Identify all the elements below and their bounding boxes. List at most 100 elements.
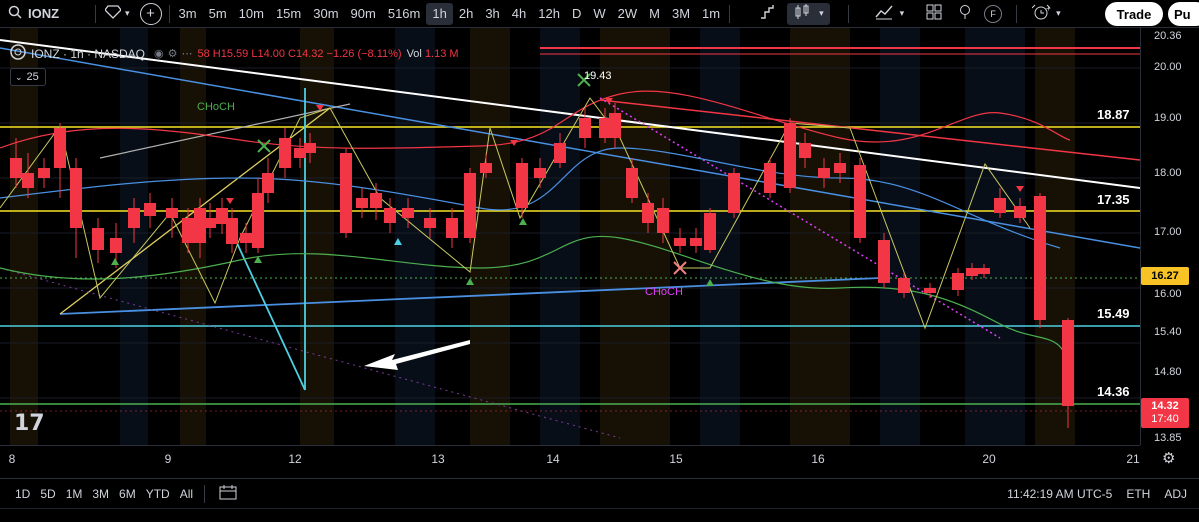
range-6m-button[interactable]: 6M (114, 487, 141, 501)
candle-body (966, 268, 978, 276)
interval-10m-button[interactable]: 10m (233, 3, 270, 25)
candle-body (1062, 320, 1074, 406)
interval-1m-button[interactable]: 1m (696, 3, 726, 25)
chevron-down-icon: ▾ (819, 8, 824, 18)
search-icon (8, 5, 22, 22)
interval-D-button[interactable]: D (566, 3, 587, 25)
layouts-button[interactable] (920, 3, 948, 25)
time-tick: 12 (288, 452, 302, 466)
price-axis[interactable]: 20.36 20.00 19.00 18.00 17.00 16.00 15.4… (1140, 28, 1199, 445)
price-tick: 18.00 (1154, 167, 1182, 179)
interval-12h-button[interactable]: 12h (532, 3, 566, 25)
candle-body (128, 208, 140, 228)
compare-add-button[interactable]: + (139, 2, 162, 25)
bottom-bar: 1D 5D 1M 3M 6M YTD All 11:42:19 AM UTC-5 ETH A… (0, 478, 1199, 508)
legend-title: IONZ · 1h · NASDAQ (31, 46, 146, 61)
price-tick: 17.00 (1154, 226, 1182, 238)
candle-body (70, 168, 82, 228)
session-button[interactable]: ETH (1126, 487, 1150, 501)
interval-2h-button[interactable]: 2h (453, 3, 479, 25)
range-1m-button[interactable]: 1M (61, 487, 88, 501)
publish-button[interactable]: Pu (1168, 2, 1199, 26)
candle-body (92, 228, 104, 250)
trade-button[interactable]: Trade (1105, 2, 1163, 26)
divider (95, 4, 96, 23)
candle-body (978, 268, 990, 274)
candle-body (704, 213, 716, 250)
alert-pin-button[interactable] (952, 3, 978, 25)
watchlist-diamond-button[interactable]: ▾ (99, 3, 136, 25)
trendline-cyan (229, 227, 306, 391)
candle-body (110, 238, 122, 253)
candle-body (690, 238, 702, 246)
range-5d-button[interactable]: 5D (35, 487, 60, 501)
candle-body (304, 143, 316, 153)
top-toolbar: IONZ ▾ + 3m 5m 10m 15m 30m 90m 516m 1h 2h 3h 4h 12h… (0, 0, 1199, 28)
range-all-button[interactable]: All (175, 487, 198, 501)
current-price: 14.32 (1151, 400, 1179, 412)
more-icon[interactable]: ⋯ (182, 47, 193, 60)
chart-type-button[interactable] (753, 3, 783, 25)
interval-W-button[interactable]: W (587, 3, 611, 25)
chart-pane[interactable] (0, 28, 1140, 445)
level-label-3: 15.49 (1097, 306, 1130, 321)
indicators-toggle[interactable]: ⌄ 25 (10, 68, 46, 86)
interval-15m-button[interactable]: 15m (270, 3, 307, 25)
grid-icon (926, 4, 942, 23)
candle-body (480, 163, 492, 173)
candle-body (784, 123, 796, 188)
interval-4h-button[interactable]: 4h (506, 3, 532, 25)
volume-value: 1.13 M (424, 47, 459, 60)
candle-body (424, 218, 436, 228)
candle-body (609, 113, 621, 138)
bottom-panel-strip (0, 508, 1199, 522)
interval-M-button[interactable]: M (643, 3, 666, 25)
candle-body (728, 173, 740, 213)
interval-90m-button[interactable]: 90m (345, 3, 382, 25)
settings-icon[interactable]: ⚙ (168, 47, 178, 60)
candle-body (144, 203, 156, 216)
range-list: 1D 5D 1M 3M 6M YTD All (10, 487, 198, 501)
financials-button[interactable]: F (978, 3, 1008, 25)
marker-price-tag: 16.27 (1141, 267, 1189, 285)
replay-alert-button[interactable]: + ▾ (1026, 3, 1067, 25)
candle-body (240, 233, 252, 243)
indicators-button[interactable]: ▾ (868, 3, 911, 25)
date-range-button[interactable] (214, 484, 242, 503)
price-tick: 20.36 (1154, 30, 1182, 42)
chart-settings-gear-icon[interactable]: ⚙ (1162, 449, 1175, 467)
candle-body (878, 240, 890, 283)
range-3m-button[interactable]: 3M (87, 487, 114, 501)
level-label-1: 18.87 (1097, 107, 1130, 122)
range-ytd-button[interactable]: YTD (141, 487, 175, 501)
clock-text[interactable]: 11:42:19 AM UTC-5 (1007, 487, 1112, 501)
bar-countdown: 17:40 (1151, 413, 1179, 425)
interval-2W-button[interactable]: 2W (612, 3, 644, 25)
candle-body (38, 168, 50, 178)
interval-5m-button[interactable]: 5m (203, 3, 233, 25)
tradingview-logo: 17 (14, 411, 45, 436)
range-1d-button[interactable]: 1D (10, 487, 35, 501)
divider (168, 4, 170, 23)
interval-1h-button[interactable]: 1h (426, 2, 453, 25)
symbol-search[interactable]: IONZ (0, 5, 92, 22)
choch-label-2: CHoCH (645, 286, 683, 298)
interval-3m-button[interactable]: 3m (173, 3, 203, 25)
interval-516m-button[interactable]: 516m (382, 3, 427, 25)
candles-button[interactable]: ▾ (787, 2, 830, 25)
candle-body (854, 165, 866, 238)
candle-body (464, 173, 476, 238)
candle-body (340, 153, 352, 233)
interval-3M-button[interactable]: 3M (666, 3, 696, 25)
chevron-down-icon: ⌄ (15, 71, 23, 82)
eye-icon[interactable]: ◉ (154, 47, 164, 60)
interval-30m-button[interactable]: 30m (307, 3, 344, 25)
interval-3h-button[interactable]: 3h (479, 3, 505, 25)
adj-button[interactable]: ADJ (1164, 487, 1187, 501)
price-chart-canvas (0, 28, 1140, 445)
time-axis[interactable]: 8 9 12 13 14 15 16 20 21 (0, 445, 1140, 470)
session-shading (965, 28, 1025, 445)
choch-label-1: CHoCH (197, 101, 235, 113)
session-shading (10, 28, 38, 445)
volume-label: Vol (406, 47, 422, 60)
